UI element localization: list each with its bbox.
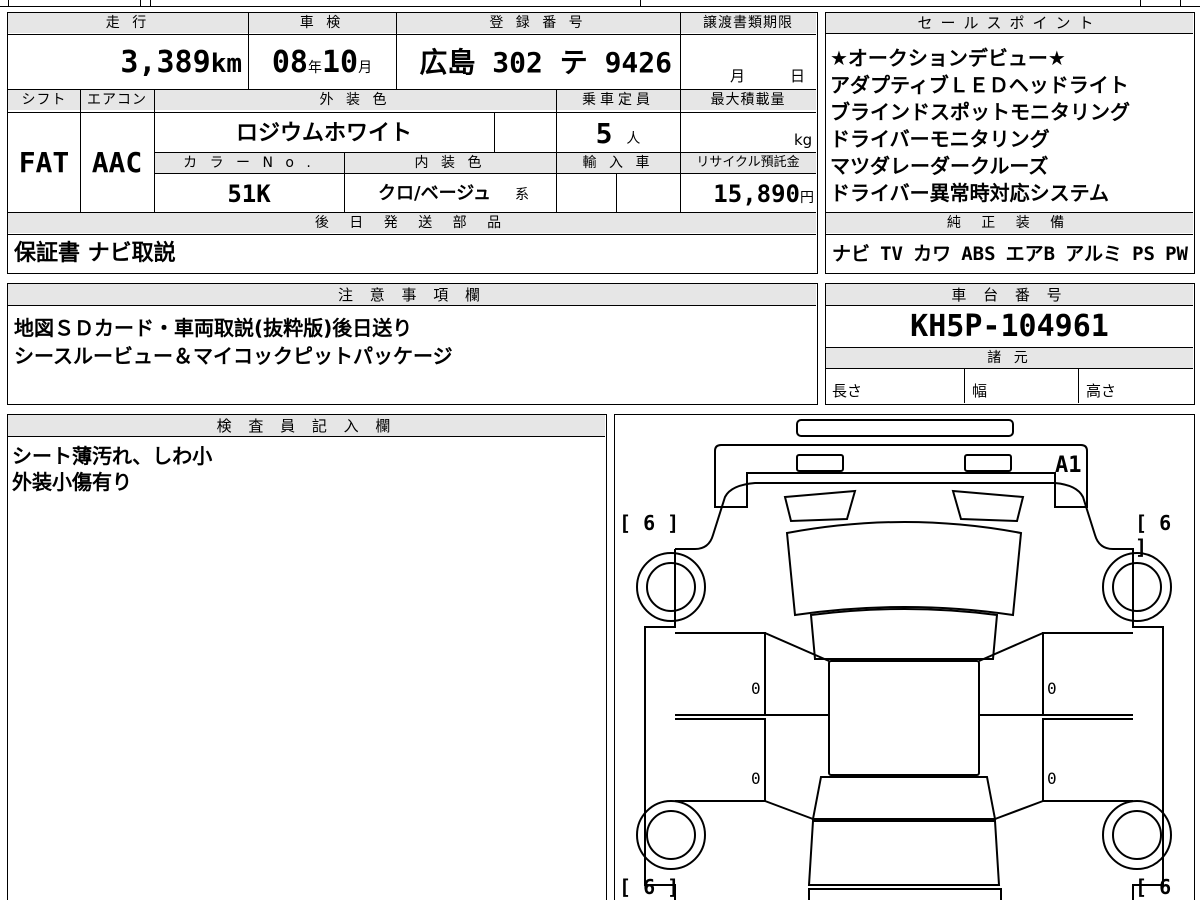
- maxload-unit: kg: [794, 131, 813, 149]
- transfer-month: 月: [730, 67, 746, 85]
- interior-header: 内 装 色: [344, 153, 556, 173]
- notes-text: 地図ＳＤカード・車両取説(抜粋版)後日送り シースルービュー＆マイコックピットパ…: [14, 314, 453, 370]
- inspection-header: 車 検: [248, 13, 396, 33]
- capacity-header: 乗車定員: [556, 90, 680, 110]
- later-parts-header: 後 日 発 送 部 品: [8, 213, 816, 233]
- equipment-item: PS: [1132, 243, 1155, 265]
- sales-points-list: ★オークションデビュー★ アダプティブＬＥＤヘッドライト ブラインドスポットモニ…: [830, 45, 1190, 207]
- door-mark-rear-right: 0: [1047, 769, 1057, 788]
- tire-depth-rear-right: [ 6 ]: [1135, 875, 1172, 900]
- chassis-panel: 車 台 番 号 KH5P-104961 諸 元 長さ 幅 高さ: [825, 283, 1195, 405]
- specs-header: 諸 元: [826, 348, 1193, 368]
- equipment-list: ナビ TV カワ ABS エアB アルミ PS PW: [832, 239, 1188, 269]
- registration-value: 広島 302 テ 9426: [419, 46, 672, 79]
- inspector-line: シート薄汚れ、しわ小: [12, 444, 213, 468]
- inspector-text: シート薄汚れ、しわ小 外装小傷有り: [12, 443, 212, 495]
- mileage-value: 3,389km: [120, 45, 242, 80]
- recycle-value: 15,890円: [713, 180, 814, 208]
- sales-point-line: ドライバーモニタリング: [830, 127, 1050, 151]
- height-label: 高さ: [1086, 382, 1117, 400]
- damage-diagram-panel: A1 [ 6 ] [ 6 ] [ 6 ] [ 6 ] 0 0 0 0: [614, 414, 1195, 900]
- notes-line: 地図ＳＤカード・車両取説(抜粋版)後日送り: [14, 316, 413, 340]
- transfer-day: 日: [790, 67, 806, 85]
- inspector-panel: 検 査 員 記 入 欄 シート薄汚れ、しわ小 外装小傷有り: [7, 414, 607, 900]
- notes-line: シースルービュー＆マイコックピットパッケージ: [14, 344, 453, 368]
- scratch-mark-a1: A1: [1055, 453, 1082, 478]
- equipment-item: カワ: [913, 243, 952, 265]
- sales-points-panel: セールスポイント ★オークションデビュー★ アダプティブＬＥＤヘッドライト ブラ…: [825, 12, 1195, 274]
- inspector-line: 外装小傷有り: [12, 470, 132, 494]
- door-mark-front-right: 0: [1047, 679, 1057, 698]
- recycle-header: リサイクル預託金: [680, 153, 816, 173]
- ac-header: エアコン: [80, 90, 154, 110]
- inspector-header: 検 査 員 記 入 欄: [8, 415, 605, 437]
- inspection-date: 08年10月: [271, 45, 373, 80]
- later-parts-value: 保証書 ナビ取説: [14, 241, 176, 266]
- exterior-value: ロジウムホワイト: [235, 121, 412, 146]
- registration-header: 登 録 番 号: [396, 13, 680, 33]
- transfer-header: 譲渡書類期限: [680, 13, 816, 33]
- import-header: 輸 入 車: [556, 153, 680, 173]
- equipment-header: 純 正 装 備: [826, 213, 1193, 233]
- maxload-header: 最大積載量: [680, 90, 816, 110]
- equipment-item: TV: [880, 243, 903, 265]
- width-label: 幅: [972, 382, 988, 400]
- door-mark-rear-left: 0: [751, 769, 761, 788]
- sales-points-header: セールスポイント: [826, 13, 1193, 34]
- door-mark-front-left: 0: [751, 679, 761, 698]
- tire-depth-front-left: [ 6 ]: [619, 511, 680, 535]
- top-cropped-strip: [0, 0, 1200, 8]
- mileage-header: 走 行: [8, 13, 248, 33]
- sales-point-line: ★オークションデビュー★: [830, 46, 1066, 70]
- notes-header: 注 意 事 項 欄: [8, 284, 816, 306]
- equipment-item: ABS: [961, 243, 996, 265]
- vehicle-info-table: 走 行 車 検 登 録 番 号 譲渡書類期限 3,389km 08年10月 広島…: [7, 12, 818, 274]
- sales-point-line: ドライバー異常時対応システム: [830, 181, 1109, 205]
- equipment-item: ナビ: [832, 243, 871, 265]
- chassis-number: KH5P-104961: [910, 309, 1109, 344]
- tire-depth-front-right: [ 6 ]: [1135, 511, 1172, 559]
- colorno-header: カ ラ ー N o .: [154, 153, 344, 173]
- interior-value: クロ/ベージュ系: [378, 183, 529, 204]
- sales-point-line: マツダレーダークルーズ: [830, 154, 1049, 178]
- shift-value: FAT: [18, 146, 70, 179]
- car-outline-diagram: [636, 419, 1172, 900]
- tire-depth-rear-left: [ 6 ]: [619, 875, 680, 899]
- sales-point-line: ブラインドスポットモニタリング: [830, 100, 1130, 124]
- equipment-item: アルミ: [1065, 243, 1122, 265]
- ac-value: AAC: [91, 146, 143, 179]
- shift-header: シフト: [8, 90, 80, 110]
- equipment-item: エアB: [1005, 243, 1056, 265]
- sales-point-line: アダプティブＬＥＤヘッドライト: [830, 73, 1129, 97]
- colorno-value: 51K: [227, 180, 271, 208]
- exterior-header: 外 装 色: [154, 90, 556, 110]
- notes-panel: 注 意 事 項 欄 地図ＳＤカード・車両取説(抜粋版)後日送り シースルービュー…: [7, 283, 818, 405]
- chassis-header: 車 台 番 号: [826, 284, 1193, 306]
- equipment-item: PW: [1165, 243, 1188, 265]
- capacity-value: 5人: [595, 117, 641, 150]
- length-label: 長さ: [832, 382, 863, 400]
